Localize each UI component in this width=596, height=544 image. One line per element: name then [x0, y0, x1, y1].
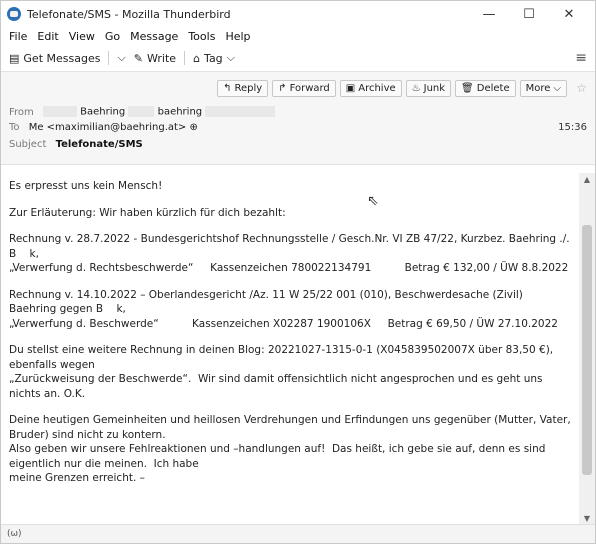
menu-go[interactable]: Go: [105, 30, 120, 43]
menu-view[interactable]: View: [69, 30, 95, 43]
menu-message[interactable]: Message: [130, 30, 178, 43]
thunderbird-icon: [7, 7, 21, 21]
close-button[interactable]: ✕: [549, 7, 589, 22]
reply-label: Reply: [234, 83, 263, 94]
redacted-email: [205, 106, 276, 117]
message-actions: ↰ Reply ↱ Forward ▣ Archive ♨ Junk 🗑 Delete M…: [217, 80, 567, 97]
redacted-name: [42, 106, 77, 117]
body-paragraph: Du stellst eine weitere Rechnung in dein…: [9, 344, 554, 400]
subject-label: Subject: [9, 139, 47, 150]
tag-button[interactable]: ⌂ Tag ⌵: [193, 51, 235, 65]
reply-icon: ↰: [223, 83, 232, 94]
menu-bar: File Edit View Go Message Tools Help: [1, 27, 595, 45]
app-window: Telefonate/SMS - Mozilla Thunderbird — ☐…: [0, 0, 596, 544]
toolbar-divider: [108, 51, 110, 65]
archive-button[interactable]: ▣ Archive: [339, 80, 402, 97]
body-paragraph: Rechnung v. 28.7.2022 - Bundesgerichtsho…: [9, 233, 570, 274]
contact-icon[interactable]: ⊕: [190, 122, 198, 133]
redacted-name: [128, 106, 155, 117]
scrollbar-thumb[interactable]: [582, 225, 592, 475]
junk-button[interactable]: ♨ Junk: [405, 80, 452, 97]
menu-edit[interactable]: Edit: [37, 30, 58, 43]
tag-label: Tag: [204, 51, 223, 65]
scroll-down-icon[interactable]: ▼: [579, 514, 595, 523]
from-email[interactable]: baehring: [158, 107, 203, 118]
write-label: Write: [147, 51, 177, 65]
forward-icon: ↱: [278, 83, 287, 94]
from-row: From Baehring baehring: [9, 106, 276, 118]
message-time: 15:36: [558, 122, 587, 133]
more-label: More: [525, 83, 551, 94]
get-messages-label: Get Messages: [23, 51, 101, 65]
reply-button[interactable]: ↰ Reply: [217, 80, 269, 97]
forward-button[interactable]: ↱ Forward: [272, 80, 336, 97]
get-messages-button[interactable]: ▤ Get Messages: [9, 52, 100, 65]
subject-row: Subject Telefonate/SMS: [9, 139, 143, 150]
body-paragraph: Rechnung v. 14.10.2022 – Oberlandesgeric…: [9, 288, 558, 330]
activity-icon: (ω): [7, 529, 22, 539]
scroll-up-icon[interactable]: ▲: [579, 175, 595, 184]
menu-help[interactable]: Help: [225, 30, 250, 43]
to-value[interactable]: Me <maximilian@baehring.at>: [29, 122, 187, 133]
chevron-down-icon: ⌵: [226, 51, 236, 64]
title-bar: Telefonate/SMS - Mozilla Thunderbird — ☐…: [1, 1, 595, 27]
window-title: Telefonate/SMS - Mozilla Thunderbird: [27, 7, 231, 21]
write-button[interactable]: ✎ Write: [134, 52, 176, 65]
delete-button[interactable]: 🗑 Delete: [455, 80, 516, 97]
status-bar: (ω): [1, 524, 595, 543]
body-paragraph: Zur Erläuterung: Wir haben kürzlich für …: [9, 206, 286, 219]
subject-value: Telefonate/SMS: [55, 139, 143, 150]
write-icon: ✎: [133, 51, 144, 65]
toolbar-divider: [184, 51, 186, 65]
main-toolbar: ▤ Get Messages ⌵ ✎ Write ⌂ Tag ⌵ ≡: [1, 45, 595, 72]
forward-label: Forward: [289, 83, 330, 94]
chevron-down-icon: ⌵: [553, 83, 561, 94]
maximize-button[interactable]: ☐: [509, 7, 549, 22]
body-paragraph: Es erpresst uns kein Mensch!: [9, 180, 163, 192]
junk-icon: ♨: [411, 83, 421, 94]
junk-label: Junk: [423, 83, 446, 94]
message-header: ↰ Reply ↱ Forward ▣ Archive ♨ Junk 🗑 Delete M…: [1, 72, 595, 165]
body-scrollbar[interactable]: ▲ ▼: [579, 173, 595, 525]
from-name[interactable]: Baehring: [80, 107, 125, 118]
message-body[interactable]: Es erpresst uns kein Mensch! Zur Erläute…: [1, 173, 579, 525]
menu-file[interactable]: File: [9, 30, 27, 43]
archive-icon: ▣: [345, 83, 356, 94]
minimize-button[interactable]: —: [469, 7, 509, 22]
body-paragraph: Deine heutigen Gemeinheiten und heillose…: [9, 414, 571, 484]
from-label: From: [9, 106, 34, 118]
delete-label: Delete: [476, 83, 510, 94]
delete-icon: 🗑: [461, 83, 474, 94]
archive-label: Archive: [358, 83, 396, 94]
get-messages-dropdown-icon[interactable]: ⌵: [117, 51, 125, 65]
menu-tools[interactable]: Tools: [188, 30, 215, 43]
to-label: To: [9, 122, 20, 133]
mouse-cursor-icon: ⇖: [367, 193, 379, 209]
hamburger-icon[interactable]: ≡: [575, 50, 587, 66]
star-icon[interactable]: ☆: [576, 81, 587, 95]
to-row: To Me <maximilian@baehring.at> ⊕: [9, 122, 198, 133]
get-messages-icon: ▤: [9, 51, 20, 65]
tag-icon: ⌂: [193, 51, 201, 65]
more-button[interactable]: More ⌵: [519, 80, 567, 97]
